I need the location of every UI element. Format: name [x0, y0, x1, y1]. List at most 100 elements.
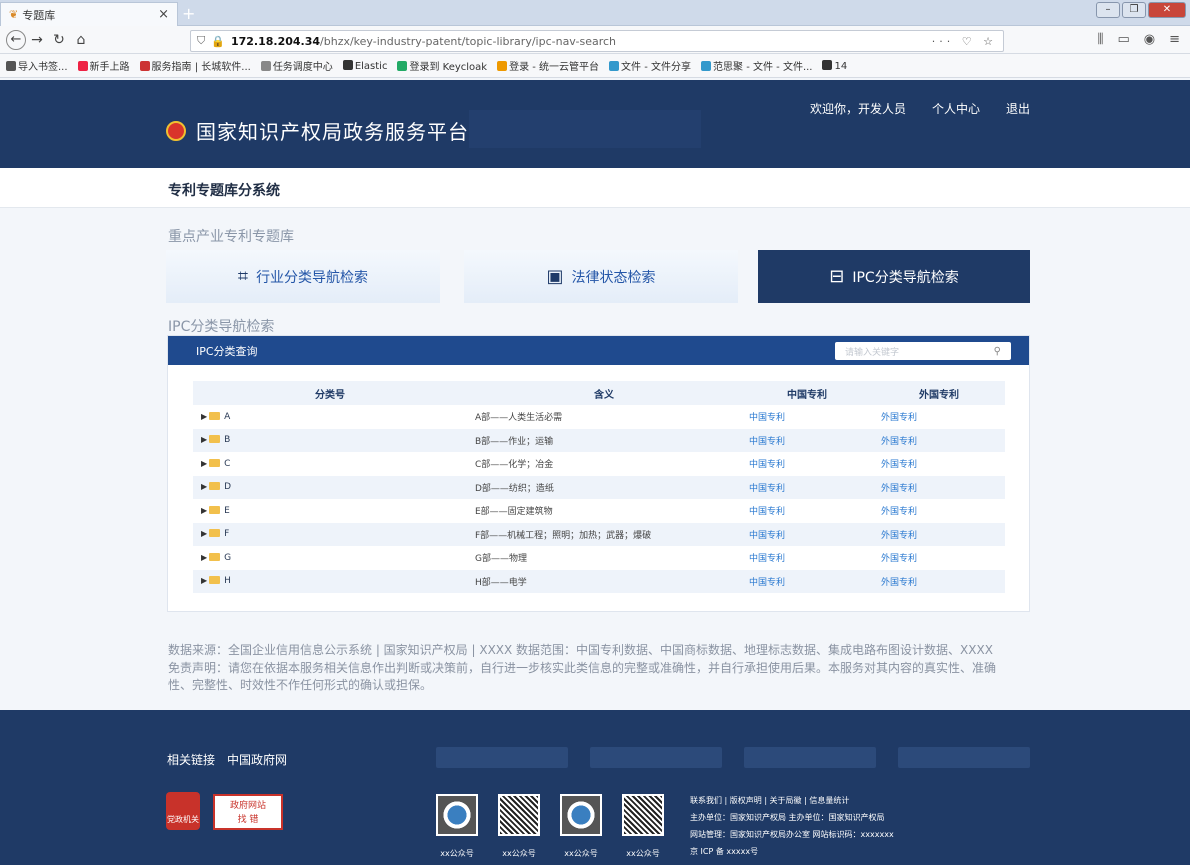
expand-arrow-icon[interactable]: ▶	[201, 506, 207, 515]
bookmark-item[interactable]: 文件 - 文件分享	[609, 58, 691, 73]
ipc-code-cell[interactable]: ▶ D	[193, 475, 467, 499]
menu-icon[interactable]: ≡	[1169, 32, 1180, 47]
table-row: ▶ D D部——纺织；造纸 中国专利 外国专利	[193, 475, 1005, 499]
party-gov-badge[interactable]: 党政机关	[166, 792, 200, 830]
ipc-code-cell[interactable]: ▶ F	[193, 522, 467, 546]
expand-arrow-icon[interactable]: ▶	[201, 412, 207, 421]
cn-patent-link[interactable]: 中国专利	[741, 428, 873, 452]
disclaimer: 数据来源：全国企业信用信息公示系统 | 国家知识产权局 | XXXX 数据范围：…	[168, 642, 1028, 695]
gov-site-badge-line2: 找 错	[237, 815, 259, 825]
cn-patent-link[interactable]: 中国专利	[741, 569, 873, 593]
library-icon[interactable]: ⫼	[1097, 32, 1103, 47]
minimize-button[interactable]: –	[1096, 2, 1120, 18]
keyword-search-input[interactable]: 请输入关键字 ⚲	[835, 342, 1011, 360]
foreign-patent-link[interactable]: 外国专利	[873, 569, 1005, 593]
cn-patent-link[interactable]: 中国专利	[741, 452, 873, 476]
bookmark-item[interactable]: 范思聚 - 文件 - 文件...	[701, 58, 812, 73]
welcome-text: 欢迎你，开发人员	[809, 102, 906, 116]
folder-icon	[209, 576, 221, 585]
site-logo[interactable]: 国家知识产权局政务服务平台	[166, 116, 469, 145]
foreign-patent-link[interactable]: 外国专利	[873, 475, 1005, 499]
ipc-search-icon: ⊟	[829, 266, 845, 287]
ipc-code-cell[interactable]: ▶ B	[193, 428, 467, 452]
expand-arrow-icon[interactable]: ▶	[201, 459, 207, 468]
sidebar-icon[interactable]: ▭	[1117, 32, 1129, 47]
personal-center-link[interactable]: 个人中心	[932, 100, 980, 117]
footer-host: 主办单位：国家知识产权局 主办单位：国家知识产权局	[690, 813, 885, 822]
foreign-patent-link[interactable]: 外国专利	[873, 499, 1005, 523]
ipc-meaning: F部——机械工程；照明；加热；武器；爆破	[467, 522, 741, 546]
foreign-patent-link[interactable]: 外国专利	[873, 546, 1005, 570]
bookmark-item[interactable]: 登录 - 统一云管平台	[497, 58, 599, 73]
related-links: 相关链接 中国政府网	[167, 751, 287, 768]
bookmark-icon	[701, 61, 712, 71]
link-dropdown[interactable]	[590, 747, 722, 768]
cn-patent-link[interactable]: 中国专利	[741, 475, 873, 499]
ipc-code-cell[interactable]: ▶ A	[193, 405, 467, 429]
table-row: ▶ B B部——作业；运输 中国专利 外国专利	[193, 428, 1005, 452]
foreign-patent-link[interactable]: 外国专利	[873, 522, 1005, 546]
bookmark-item[interactable]: 登录到 Keycloak	[397, 58, 487, 73]
expand-arrow-icon[interactable]: ▶	[201, 435, 207, 444]
ipc-code-cell[interactable]: ▶ H	[193, 569, 467, 593]
bookmark-item[interactable]: 14	[822, 59, 847, 72]
account-icon[interactable]: ◉	[1144, 32, 1155, 47]
footer-links[interactable]: 联系我们 | 版权声明 | 关于局徽 | 信息量统计	[690, 792, 894, 809]
window-controls: – ❐ ✕	[1096, 2, 1186, 18]
link-dropdown[interactable]	[744, 747, 876, 768]
foreign-patent-link[interactable]: 外国专利	[873, 405, 1005, 429]
legal-status-search-label: 法律状态检索	[571, 269, 656, 286]
bookmark-item[interactable]: 服务指南 | 长城软件...	[139, 58, 251, 73]
panel-title: IPC分类查询	[196, 344, 258, 358]
ipc-code-cell[interactable]: ▶ G	[193, 546, 467, 570]
ipc-nav-search-button[interactable]: ⊟ IPC分类导航检索	[758, 250, 1030, 303]
ipc-query-panel: IPC分类查询 请输入关键字 ⚲ 分类号 含义 中国专利 外国专利 ▶ A A部——…	[167, 335, 1030, 612]
foreign-patent-link[interactable]: 外国专利	[873, 452, 1005, 476]
bookmark-item[interactable]: 任务调度中心	[260, 58, 333, 73]
expand-arrow-icon[interactable]: ▶	[201, 482, 207, 491]
browser-tab[interactable]: ❦ 专题库 ×	[0, 2, 178, 26]
table-row: ▶ F F部——机械工程；照明；加热；武器；爆破 中国专利 外国专利	[193, 522, 1005, 546]
url-host: 172.18.204.34	[230, 34, 321, 48]
gov-site-error-badge[interactable]: 政府网站 找 错	[213, 794, 283, 830]
link-dropdown[interactable]	[898, 747, 1030, 768]
expand-arrow-icon[interactable]: ▶	[201, 576, 207, 585]
tab-close-icon[interactable]: ×	[158, 7, 169, 22]
forward-button[interactable]: →	[26, 32, 48, 48]
bookmark-label: 文件 - 文件分享	[621, 62, 692, 73]
bookmark-item[interactable]: 导入书签...	[6, 58, 68, 73]
maximize-button[interactable]: ❐	[1122, 2, 1146, 18]
window-close-button[interactable]: ✕	[1148, 2, 1186, 18]
logout-link[interactable]: 退出	[1006, 100, 1030, 117]
legal-status-search-button[interactable]: ▣ 法律状态检索	[464, 250, 738, 303]
ipc-code: D	[224, 482, 232, 493]
gov-site-link[interactable]: 中国政府网	[227, 751, 287, 768]
cn-patent-link[interactable]: 中国专利	[741, 499, 873, 523]
foreign-patent-link[interactable]: 外国专利	[873, 428, 1005, 452]
search-icon[interactable]: ⚲	[994, 346, 1001, 357]
cn-patent-link[interactable]: 中国专利	[741, 546, 873, 570]
new-tab-button[interactable]: +	[182, 4, 195, 23]
table-row: ▶ A A部——人类生活必需 中国专利 外国专利	[193, 405, 1005, 429]
party-gov-badge-label: 党政机关	[167, 815, 199, 824]
ipc-code-cell[interactable]: ▶ E	[193, 499, 467, 523]
ipc-code-cell[interactable]: ▶ C	[193, 452, 467, 476]
cn-patent-link[interactable]: 中国专利	[741, 405, 873, 429]
bookmark-item[interactable]: Elastic	[342, 59, 387, 72]
url-bar[interactable]: ⛉ 🔒 172.18.204.34 /bhzx/key-industry-pat…	[190, 30, 1004, 52]
home-button[interactable]: ⌂	[70, 32, 92, 48]
cn-patent-link[interactable]: 中国专利	[741, 522, 873, 546]
ipc-nav-search-label: IPC分类导航检索	[852, 269, 959, 286]
folder-icon	[209, 552, 221, 561]
industry-nav-search-button[interactable]: ⌗ 行业分类导航检索	[166, 250, 440, 303]
back-button[interactable]: ←	[6, 29, 26, 50]
ipc-meaning: A部——人类生活必需	[475, 413, 563, 424]
expand-arrow-icon[interactable]: ▶	[201, 529, 207, 538]
expand-arrow-icon[interactable]: ▶	[201, 553, 207, 562]
bookmark-label: 登录到 Keycloak	[409, 62, 488, 73]
url-actions[interactable]: ··· ♡ ☆	[932, 35, 997, 48]
reload-button[interactable]: ↻	[48, 32, 70, 48]
bookmark-item[interactable]: 新手上路	[77, 58, 130, 73]
link-dropdown[interactable]	[436, 747, 568, 768]
ipc-section-title: IPC分类导航检索	[168, 319, 275, 335]
